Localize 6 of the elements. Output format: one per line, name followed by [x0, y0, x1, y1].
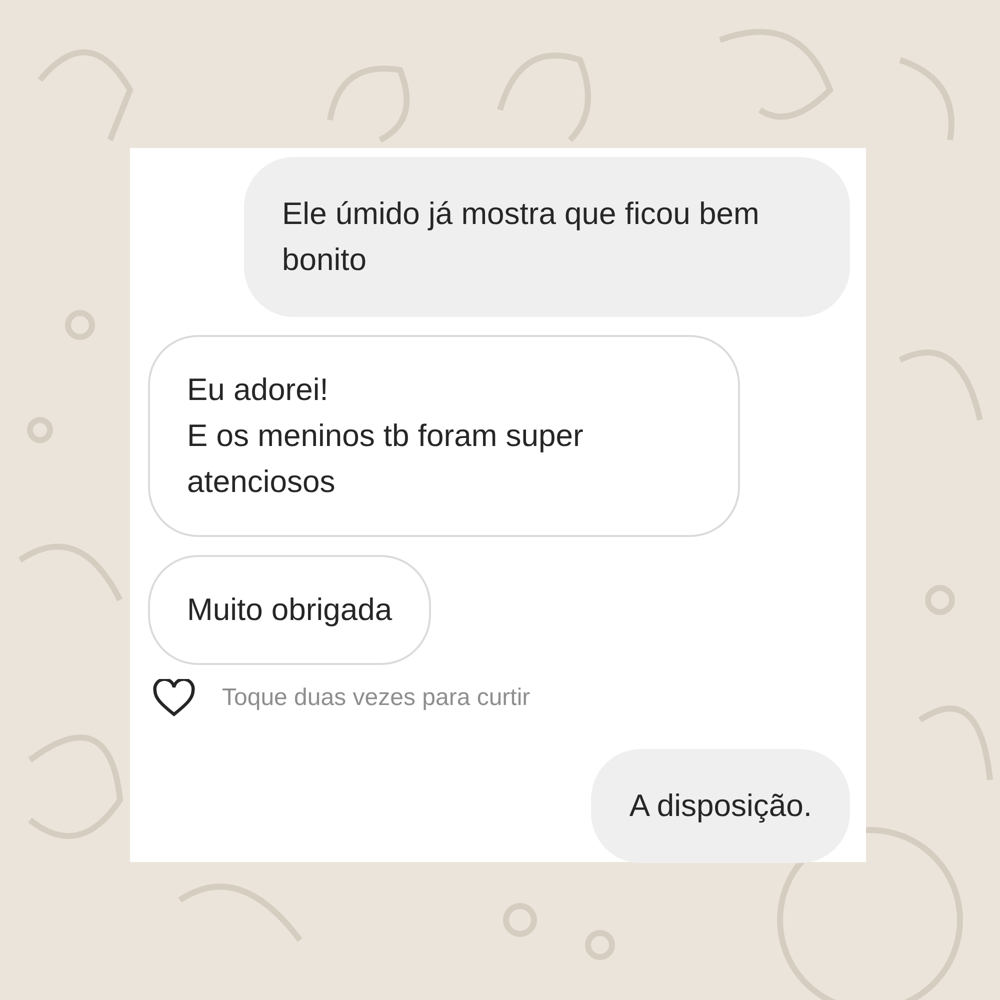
like-hint-text: Toque duas vezes para curtir — [222, 683, 530, 713]
heart-icon[interactable] — [152, 679, 196, 717]
sent-message-bubble: A disposição. — [591, 749, 850, 863]
sent-message-bubble: Ele úmido já mostra que ficou bem bonito — [244, 157, 850, 317]
received-message-bubble: Eu adorei! E os meninos tb foram super atenciosos — [148, 335, 740, 537]
received-message-bubble: Muito obrigada — [148, 555, 432, 665]
